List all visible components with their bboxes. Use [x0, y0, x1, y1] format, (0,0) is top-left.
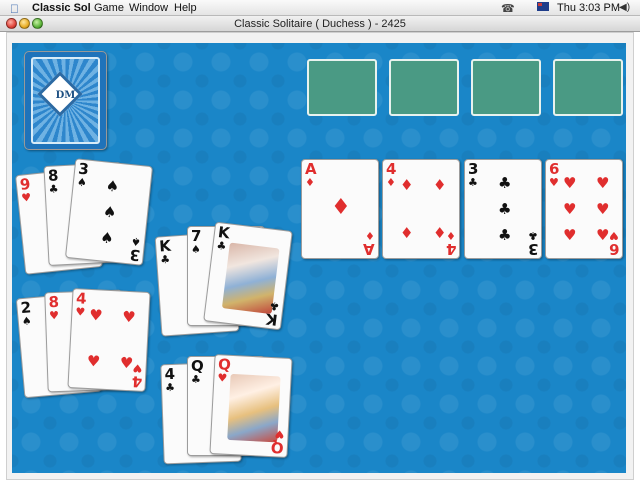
card-rank: 6 [549, 160, 560, 178]
input-flag-icon[interactable] [537, 2, 549, 11]
card-rank: Q [191, 357, 204, 375]
card-pip: ♣ [498, 226, 512, 244]
card-rank: 6 [608, 240, 619, 258]
card-pip: ♦ [433, 176, 447, 194]
card-pip: ♦ [433, 224, 447, 242]
card-rank: 3 [128, 245, 141, 265]
card-rank: A [363, 240, 375, 258]
foundation-card-4[interactable]: 6 ♥ ♥ ♥ ♥ ♥ ♥ ♥ 6 ♥ [545, 159, 623, 259]
card-suit: ♦ [305, 176, 315, 189]
card-suit: ♣ [159, 252, 171, 267]
stock-deck[interactable]: DM [24, 51, 107, 150]
card-pip: ♠ [99, 228, 115, 248]
card-suit: ♥ [609, 229, 619, 242]
reserve-card-top[interactable]: Q ♥ Q ♥ [209, 354, 293, 458]
card-suit: ♦ [386, 176, 396, 189]
card-suit: ♣ [468, 176, 478, 189]
card-pip: ♠ [102, 202, 118, 222]
reserve-card-top[interactable]: 3 ♠ ♠ ♠ ♠ 3 ♠ [64, 158, 154, 266]
menu-bar:  Classic Sol Game Window Help ☎ Thu 3:0… [0, 0, 640, 16]
menu-clock[interactable]: Thu 3:03 PM [557, 2, 620, 14]
card-pip: ♥ [563, 200, 577, 218]
card-suit: ♥ [274, 427, 285, 441]
volume-icon[interactable]: ◀) [619, 2, 630, 13]
card-pip: ♥ [563, 174, 577, 192]
card-pip: ♥ [596, 200, 610, 218]
card-pip: ♥ [121, 307, 137, 327]
game-table: DM A ♦ ♦ A ♦ 4 ♦ ♦ ♦ ♦ ♦ 4 ♦ 3 ♣ ♣ ♣ ♣ 3… [12, 43, 626, 473]
card-pip: ♥ [88, 305, 104, 325]
foundation-card-3[interactable]: 3 ♣ ♣ ♣ ♣ 3 ♣ [464, 159, 542, 259]
card-pip: ♦ [400, 224, 414, 242]
card-suit: ♠ [191, 243, 201, 256]
card-suit: ♥ [132, 361, 143, 375]
window-title: Classic Solitaire ( Duchess ) - 2425 [234, 18, 406, 30]
card-suit: ♣ [528, 229, 538, 242]
card-rank: A [305, 160, 317, 178]
card-rank: 3 [468, 160, 479, 178]
card-suit: ♣ [268, 298, 281, 314]
card-pip: ♣ [498, 200, 512, 218]
card-rank: K [265, 309, 279, 329]
card-suit: ♦ [446, 229, 456, 242]
window-titlebar[interactable]: Classic Solitaire ( Duchess ) - 2425 [0, 16, 640, 32]
speech-icon[interactable]: ☎ [501, 2, 515, 15]
foundation-card-2[interactable]: 4 ♦ ♦ ♦ ♦ ♦ 4 ♦ [382, 159, 460, 259]
reserve-card-top[interactable]: K ♣ K ♣ [203, 221, 293, 331]
card-suit: ♦ [365, 229, 375, 242]
card-suit: ♣ [215, 238, 228, 254]
empty-slot-3[interactable] [471, 59, 541, 116]
queen-portrait [227, 373, 281, 443]
app-menu[interactable]: Classic Sol [32, 2, 91, 14]
card-rank: 3 [527, 240, 538, 258]
card-pip: ♦ [400, 176, 414, 194]
card-suit: ♣ [48, 182, 59, 196]
card-suit: ♣ [164, 380, 176, 395]
card-rank: 7 [191, 227, 202, 245]
card-pip: ♥ [596, 226, 610, 244]
card-rank: Q [270, 438, 285, 457]
card-suit: ♠ [21, 314, 33, 329]
card-suit: ♥ [75, 305, 86, 319]
card-suit: ♥ [48, 308, 60, 323]
menu-help[interactable]: Help [174, 2, 197, 14]
card-pip: ♥ [596, 174, 610, 192]
empty-slot-1[interactable] [307, 59, 377, 116]
card-back-monogram: DM [55, 90, 76, 101]
menu-window[interactable]: Window [129, 2, 168, 14]
card-suit: ♥ [549, 176, 559, 189]
card-rank: 4 [445, 240, 456, 258]
card-suit: ♥ [217, 371, 228, 385]
card-pip: ♥ [563, 226, 577, 244]
card-pip: ♣ [498, 174, 512, 192]
apple-menu-icon[interactable]:  [10, 2, 19, 16]
card-suit: ♥ [20, 190, 32, 205]
empty-slot-2[interactable] [389, 59, 459, 116]
card-rank: 4 [386, 160, 397, 178]
foundation-card-1[interactable]: A ♦ ♦ A ♦ [301, 159, 379, 259]
empty-slot-4[interactable] [553, 59, 623, 116]
card-suit: ♣ [191, 373, 201, 386]
menu-game[interactable]: Game [94, 2, 124, 14]
card-rank: 4 [130, 372, 143, 391]
card-pip: ♠ [104, 176, 121, 196]
card-pip: ♦ [331, 195, 351, 220]
card-suit: ♠ [130, 234, 142, 249]
card-suit: ♠ [76, 175, 88, 190]
reserve-card-top[interactable]: 4 ♥ ♥ ♥ ♥ ♥ 4 ♥ [67, 288, 151, 392]
card-pip: ♥ [86, 351, 101, 371]
